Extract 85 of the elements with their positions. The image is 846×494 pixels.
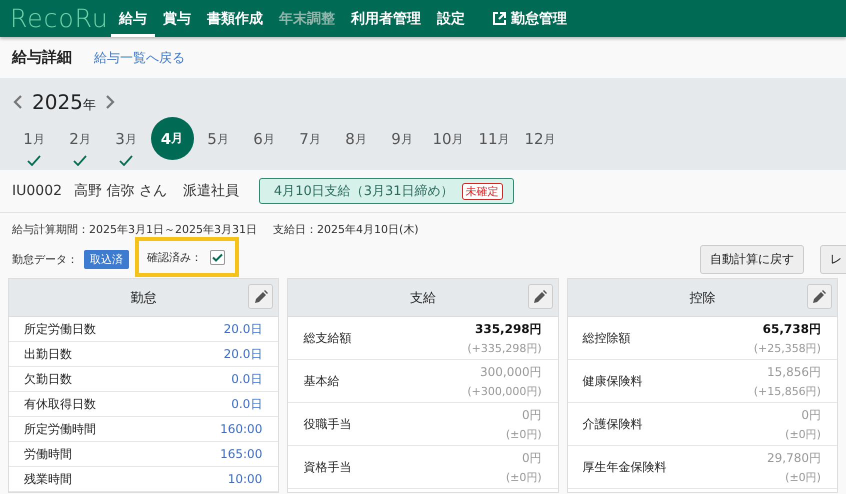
external-link-icon: [493, 12, 506, 25]
row-label: 総支給額: [303, 330, 352, 346]
amount-difference: (±0円): [785, 470, 821, 486]
nav-tab[interactable]: 利用者管理: [343, 0, 429, 37]
month-tab[interactable]: 1月: [14, 119, 54, 159]
amount-value: 65,738円: [762, 320, 821, 338]
amount-value: 335,298円: [475, 320, 542, 338]
month-tab[interactable]: 9月: [382, 119, 422, 159]
row-label: 基本給: [303, 372, 340, 390]
confirmed-label: 確認済み：: [147, 250, 202, 264]
month-tab[interactable]: 3月: [106, 119, 146, 159]
pencil-icon: [254, 290, 268, 304]
row-label: 労働時間: [24, 446, 72, 462]
edit-button[interactable]: [806, 284, 832, 309]
row-value: 0.0日: [231, 370, 262, 388]
month-tab[interactable]: 5月: [198, 119, 238, 159]
row-value: 0.0日: [231, 396, 262, 412]
action-button[interactable]: 自動計算に戻す: [700, 244, 804, 274]
row-value: 160:00: [220, 422, 262, 436]
month-tab[interactable]: 2月: [60, 119, 100, 159]
amount-difference: (+300,000円): [467, 384, 542, 400]
pay-date-text: 支給日：2025年4月10日(木): [272, 222, 419, 238]
amount-value: 0円: [801, 406, 821, 424]
nav-tab[interactable]: 書類作成: [199, 0, 271, 37]
page-title: 給与詳細: [12, 48, 72, 67]
amount-difference: (±0円): [506, 426, 542, 442]
month-tab[interactable]: 8月: [336, 119, 376, 159]
row-label: 役職手当: [303, 416, 352, 432]
year-label: 2025年: [32, 90, 96, 114]
attendance-data-label: 勤怠データ：: [12, 252, 78, 266]
pencil-icon: [812, 290, 826, 304]
month-tab[interactable]: 7月: [290, 119, 330, 159]
external-nav-link[interactable]: 勤怠管理: [485, 0, 575, 37]
check-icon: [212, 252, 223, 262]
amount-value: 300,000円: [480, 364, 542, 380]
row-label: 厚生年金保険料: [582, 458, 667, 476]
row-label: 総控除額: [582, 330, 631, 346]
row-value: 10:00: [228, 472, 262, 486]
status-tag: 未確定: [462, 182, 503, 200]
edit-button[interactable]: [528, 284, 553, 309]
action-button[interactable]: レ: [820, 244, 846, 274]
amount-value: 0円: [522, 406, 542, 424]
amount-difference: (±0円): [506, 470, 542, 486]
amount-difference: (+15,856円): [754, 384, 821, 400]
pay-date-text: 4月10日支給（3月31日締め）: [274, 183, 454, 200]
row-label: 欠勤日数: [24, 370, 72, 388]
employee-id: IU0002: [12, 183, 62, 199]
amount-difference: (+25,358円): [754, 340, 821, 356]
row-value: 165:00: [220, 447, 262, 461]
app-logo: RecoRu: [9, 3, 110, 35]
row-label: 残業時間: [24, 470, 72, 488]
nav-tab[interactable]: 設定: [429, 0, 473, 37]
amount-difference: (+335,298円): [467, 340, 542, 356]
back-link[interactable]: 給与一覧へ戻る: [94, 48, 185, 66]
month-tab[interactable]: 4月: [150, 117, 194, 160]
edit-button[interactable]: [248, 284, 274, 309]
month-tab[interactable]: 6月: [244, 119, 284, 159]
month-tab[interactable]: 11月: [474, 119, 514, 159]
row-value: 20.0日: [224, 320, 262, 338]
row-label: 出勤日数: [24, 346, 72, 362]
pencil-icon: [533, 290, 548, 304]
next-year-icon[interactable]: [104, 94, 116, 110]
panel-title: 勤怠: [130, 290, 157, 306]
month-tab[interactable]: 10月: [428, 119, 468, 159]
row-label: 健康保険料: [582, 372, 643, 390]
confirmed-checkbox[interactable]: [210, 250, 225, 264]
amount-value: 29,780円: [766, 450, 821, 466]
row-value: 20.0日: [224, 346, 262, 362]
employee-name: 高野 信弥 さん: [74, 182, 167, 200]
row-label: 介護保険料: [582, 416, 643, 432]
row-label: 所定労働時間: [24, 420, 96, 438]
status-tag: 取込済: [84, 250, 129, 268]
amount-value: 0円: [522, 450, 542, 466]
amount-difference: (±0円): [785, 426, 821, 442]
amount-value: 15,856円: [766, 364, 821, 380]
panel-title: 控除: [689, 290, 716, 306]
employment-type: 派遣社員: [182, 182, 239, 200]
calc-period-text: 給与計算期間：2025年3月1日～2025年3月31日: [12, 222, 257, 238]
row-label: 所定労働日数: [24, 320, 96, 338]
nav-tab[interactable]: 賞与: [155, 0, 199, 37]
row-label: 資格手当: [303, 458, 352, 476]
row-label: 有休取得日数: [24, 396, 96, 412]
month-tab[interactable]: 12月: [520, 119, 560, 159]
previous-year-icon[interactable]: [12, 94, 24, 110]
panel-title: 支給: [410, 290, 436, 306]
